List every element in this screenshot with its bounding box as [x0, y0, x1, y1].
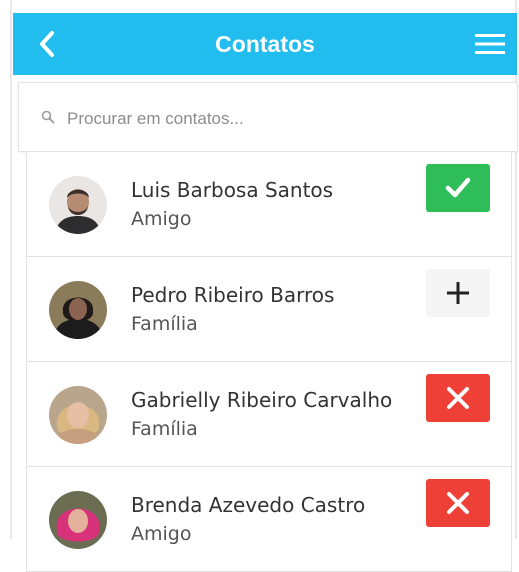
contact-relation: Família: [131, 418, 198, 440]
search-input[interactable]: [65, 103, 489, 135]
contact-relation: Amigo: [131, 523, 192, 545]
contact-row[interactable]: Luis Barbosa Santos Amigo: [26, 152, 512, 257]
contact-name: Gabrielly Ribeiro Carvalho: [131, 388, 393, 412]
contact-row[interactable]: Gabrielly Ribeiro Carvalho Família: [26, 362, 512, 467]
search-icon: [41, 110, 55, 124]
avatar: [49, 281, 107, 339]
check-icon: [445, 177, 471, 198]
contact-name: Brenda Azevedo Castro: [131, 493, 366, 517]
contact-name: Pedro Ribeiro Barros: [131, 283, 335, 307]
search-box: [18, 82, 518, 152]
remove-contact-button[interactable]: [426, 374, 490, 422]
app-header: Contatos: [13, 13, 517, 75]
contact-list: Luis Barbosa Santos Amigo Pedro Ribeiro …: [26, 152, 512, 572]
right-edge: [515, 0, 517, 539]
menu-button[interactable]: [473, 29, 507, 59]
contact-row[interactable]: Pedro Ribeiro Barros Família: [26, 257, 512, 362]
page-title: Contatos: [215, 31, 315, 57]
contact-name: Luis Barbosa Santos: [131, 178, 334, 202]
accepted-button[interactable]: [426, 164, 490, 212]
avatar: [49, 386, 107, 444]
add-contact-button[interactable]: [426, 269, 490, 317]
left-edge: [10, 0, 12, 539]
close-icon: [447, 387, 469, 409]
close-icon: [447, 492, 469, 514]
plus-icon: [447, 282, 469, 304]
contact-row[interactable]: Brenda Azevedo Castro Amigo: [26, 467, 512, 572]
contact-relation: Amigo: [131, 208, 192, 230]
avatar: [49, 491, 107, 549]
remove-contact-button[interactable]: [426, 479, 490, 527]
contact-relation: Família: [131, 313, 198, 335]
hamburger-menu-icon: [475, 34, 505, 54]
avatar: [49, 176, 107, 234]
